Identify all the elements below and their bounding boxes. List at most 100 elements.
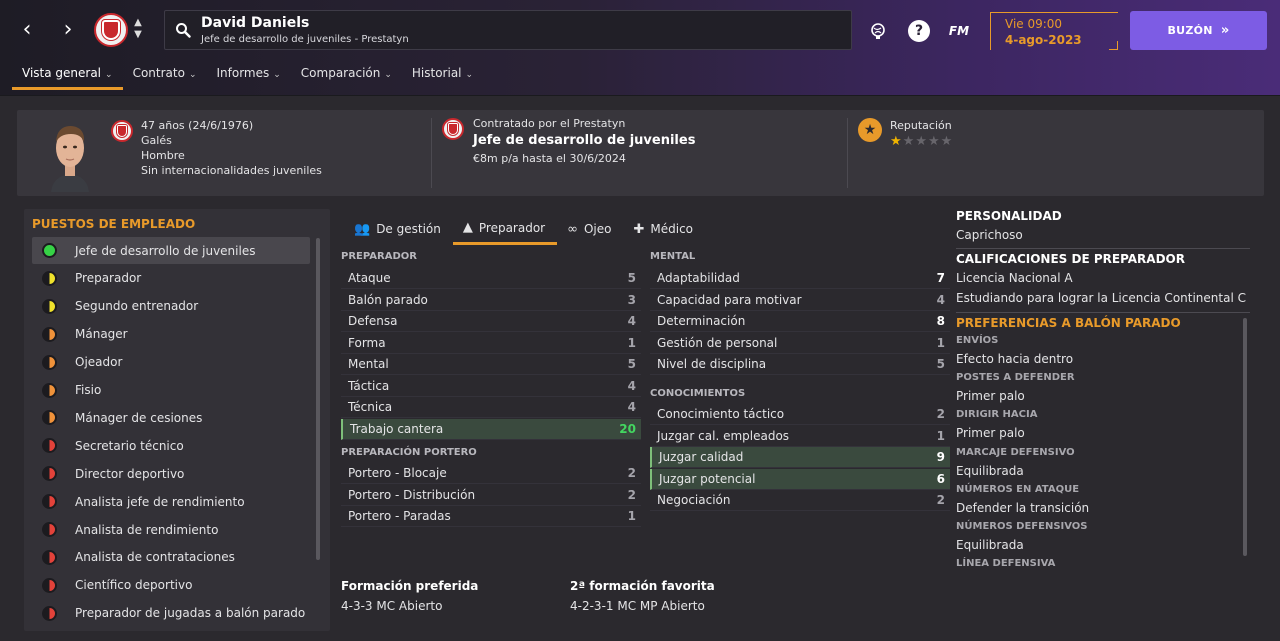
- tab-label: Ojeo: [583, 222, 612, 236]
- attribute-value: 4: [936, 292, 945, 307]
- attribute-value: 8: [936, 314, 945, 328]
- subnav-contract[interactable]: Contrato ⌄: [123, 62, 207, 90]
- fm-logo-icon[interactable]: FM: [948, 20, 970, 42]
- role-item[interactable]: Científico deportivo: [32, 572, 310, 599]
- attribute-row[interactable]: Juzgar potencial 6: [650, 468, 950, 490]
- second-formation: 4-2-3-1 MC MP Abierto: [570, 599, 705, 613]
- set-piece-pref-head: Números en ataque: [956, 483, 1080, 495]
- attribute-value: 2: [627, 466, 636, 480]
- role-item[interactable]: Analista de rendimiento: [32, 516, 310, 543]
- roles-scrollbar[interactable]: [316, 238, 320, 560]
- role-item[interactable]: Mánager de cesiones: [32, 404, 310, 431]
- preferred-formation-head: Formación preferida: [341, 579, 479, 593]
- role-item[interactable]: Secretario técnico: [32, 432, 310, 459]
- attribute-label: Técnica: [348, 400, 393, 414]
- set-piece-pref-head: Postes a defender: [956, 372, 1075, 384]
- club-crest-icon[interactable]: [94, 13, 128, 47]
- help-icon[interactable]: ?: [908, 20, 930, 42]
- attribute-label: Balón parado: [348, 292, 428, 307]
- star-icon: ★: [927, 134, 941, 149]
- role-label: Analista jefe de rendimiento: [75, 494, 245, 509]
- set-piece-pref-head: Línea defensiva: [956, 558, 1056, 570]
- inbox-button[interactable]: BUZÓN »: [1130, 11, 1267, 50]
- attribute-label: Portero - Distribución: [348, 487, 476, 502]
- subnav-comparison[interactable]: Comparación ⌄: [291, 62, 402, 90]
- attribute-value: 1: [627, 509, 636, 523]
- subnav-overview[interactable]: Vista general ⌄: [12, 62, 123, 90]
- suitability-indicator-icon: [42, 522, 57, 537]
- tab-medical[interactable]: ✚ Médico: [623, 213, 705, 245]
- attribute-row[interactable]: Portero - Paradas 1: [341, 506, 641, 527]
- attribute-row[interactable]: Juzgar cal. empleados 1: [650, 426, 950, 447]
- attribute-row[interactable]: Negociación 2: [650, 490, 950, 511]
- attribute-row[interactable]: Portero - Distribución 2: [341, 485, 641, 506]
- attribute-row[interactable]: Nivel de disciplina 5: [650, 354, 950, 375]
- suitability-indicator-icon: [42, 410, 57, 426]
- coaching-quals-head: Calificaciones de preparador: [956, 252, 1185, 266]
- attribute-row[interactable]: Gestión de personal 1: [650, 333, 950, 354]
- role-item[interactable]: Preparador de jugadas a balón parado: [32, 600, 310, 627]
- attribute-label: Capacidad para motivar: [657, 292, 802, 307]
- divider: [956, 312, 1250, 313]
- gender: Hombre: [141, 149, 185, 162]
- suitability-indicator-icon: [42, 466, 57, 482]
- prev-next-staff-icon[interactable]: ▲ ▼: [132, 17, 144, 41]
- suitability-indicator-icon: [42, 243, 57, 258]
- attribute-row[interactable]: Juzgar calidad 9: [650, 447, 950, 468]
- date-display[interactable]: Vie 09:00 4-ago-2023: [990, 12, 1118, 50]
- role-item[interactable]: Preparador: [32, 265, 310, 292]
- role-item[interactable]: Analista jefe de rendimiento: [32, 488, 310, 515]
- divider: [956, 248, 1250, 249]
- attribute-row[interactable]: Táctica 4: [341, 376, 641, 397]
- subnav-reports[interactable]: Informes ⌄: [206, 62, 290, 90]
- tab-coaching[interactable]: ▲ Preparador: [452, 213, 558, 245]
- staff-avatar[interactable]: [47, 118, 93, 192]
- role-label: Fisio: [75, 383, 102, 397]
- attribute-row[interactable]: Adaptabilidad 7: [650, 268, 950, 289]
- role-item[interactable]: Analista de contrataciones: [32, 544, 310, 571]
- role-item[interactable]: Jefe de desarrollo de juveniles: [32, 237, 310, 264]
- attribute-value: 6: [936, 471, 945, 486]
- attribute-row[interactable]: Balón parado 3: [341, 290, 641, 311]
- suitability-indicator-icon: [42, 354, 57, 370]
- attribute-row[interactable]: Capacidad para motivar 4: [650, 290, 950, 311]
- back-arrow-icon[interactable]: ‹: [15, 18, 39, 42]
- search-box[interactable]: David Daniels Jefe de desarrollo de juve…: [164, 10, 852, 50]
- attribute-row[interactable]: Ataque 5: [341, 268, 641, 289]
- attribute-row[interactable]: Determinación 8: [650, 311, 950, 332]
- star-icon: ★: [890, 134, 903, 149]
- forward-arrow-icon[interactable]: ›: [56, 18, 80, 42]
- personality-head: Personalidad: [956, 209, 1062, 223]
- set-piece-pref-head: Números defensivos: [956, 521, 1088, 532]
- attribute-value: 1: [627, 335, 636, 350]
- age-dob: 47 años (24/6/1976): [141, 119, 254, 132]
- attribute-value: 5: [936, 357, 945, 371]
- attribute-row[interactable]: Mental 5: [341, 354, 641, 375]
- attribute-label: Gestión de personal: [657, 335, 778, 350]
- mental-section-head: Mental: [650, 251, 696, 262]
- globe-icon[interactable]: [867, 20, 889, 42]
- attribute-row[interactable]: Conocimiento táctico 2: [650, 404, 950, 425]
- attribute-row[interactable]: Defensa 4: [341, 311, 641, 332]
- attribute-row[interactable]: Portero - Blocaje 2: [341, 463, 641, 484]
- role-label: Preparador de jugadas a balón parado: [75, 606, 306, 621]
- set-piece-pref-head: Marcaje defensivo: [956, 446, 1075, 458]
- chevron-down-icon: ⌄: [273, 70, 281, 80]
- subnav-history[interactable]: Historial ⌄: [402, 62, 483, 90]
- tab-scouting[interactable]: ∞ Ojeo: [557, 213, 623, 245]
- role-item[interactable]: Director deportivo: [32, 460, 310, 487]
- attribute-row[interactable]: Trabajo cantera 20: [341, 418, 641, 440]
- inbox-label: BUZÓN: [1167, 24, 1213, 37]
- attribute-row[interactable]: Forma 1: [341, 333, 641, 354]
- wage-contract: €8m p/a hasta el 30/6/2024: [473, 152, 626, 165]
- qualification-1: Licencia Nacional A: [956, 271, 1073, 285]
- role-item[interactable]: Fisio: [32, 377, 310, 404]
- set-piece-pref-value: Equilibrada: [956, 538, 1024, 552]
- prefs-scrollbar[interactable]: [1243, 318, 1247, 556]
- role-item[interactable]: Ojeador: [32, 349, 310, 376]
- attribute-label: Adaptabilidad: [657, 271, 740, 285]
- role-item[interactable]: Segundo entrenador: [32, 293, 310, 320]
- attribute-row[interactable]: Técnica 4: [341, 397, 641, 418]
- tab-management[interactable]: 👥 De gestión: [344, 213, 453, 245]
- role-item[interactable]: Mánager: [32, 321, 310, 348]
